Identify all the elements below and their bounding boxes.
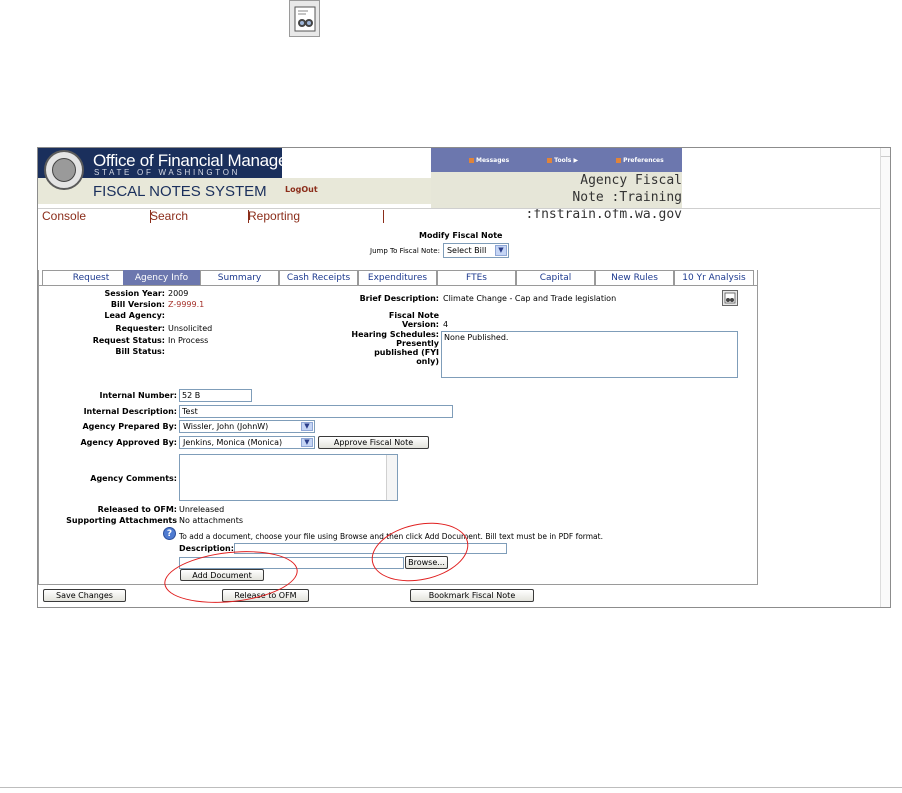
hearing-presently-label: Presently (396, 339, 439, 348)
internal-description-label: Internal Description: (83, 407, 177, 416)
prepared-by-select[interactable]: Wissler, John (JohnW) ▼ (179, 420, 315, 433)
agency-comments-label: Agency Comments: (90, 474, 177, 483)
tab-new-rules[interactable]: New Rules (595, 270, 674, 286)
internal-number-input[interactable]: 52 B (179, 389, 252, 402)
menu-console[interactable]: Console (42, 209, 140, 223)
info-icon: ? (163, 527, 176, 540)
scroll-up-icon[interactable] (881, 148, 890, 157)
browser-frame: Office of Financial Management STATE OF … (37, 147, 891, 608)
approved-by-select[interactable]: Jenkins, Monica (Monica) ▼ (179, 436, 315, 449)
fiscal-note-version-value: 4 (443, 320, 449, 329)
requester-label: Requester: (115, 324, 165, 333)
jump-select[interactable]: Select Bill ▼ (442, 243, 509, 258)
bill-version-value[interactable]: Z-9999.1 (168, 300, 204, 309)
bookmark-binoculars-icon[interactable] (722, 290, 738, 306)
bill-status-label: Bill Status: (115, 347, 165, 356)
tab-10-yr-analysis[interactable]: 10 Yr Analysis (674, 270, 754, 286)
fiscal-note-label: Fiscal Note (388, 311, 439, 320)
request-status-value: In Process (168, 336, 209, 345)
tab-bar: Request Agency Info Summary Cash Receipt… (38, 270, 890, 286)
brief-description-value: Climate Change - Cap and Trade legislati… (443, 294, 617, 303)
requester-value: Unsolicited (168, 324, 213, 333)
tab-cash-receipts[interactable]: Cash Receipts (279, 270, 358, 286)
tab-agency-info[interactable]: Agency Info (123, 270, 200, 286)
tools-link[interactable]: Tools ▶ (547, 157, 578, 164)
attachments-label: Supporting Attachments (66, 516, 177, 525)
session-year-label: Session Year: (104, 289, 165, 298)
session-year-value: 2009 (168, 289, 189, 298)
menu-reporting[interactable]: Reporting (238, 209, 336, 223)
menu-divider (248, 210, 249, 223)
tab-ftes[interactable]: FTEs (437, 270, 516, 286)
page-title: Modify Fiscal Note (419, 231, 503, 240)
prepared-by-label: Agency Prepared By: (82, 422, 177, 431)
chevron-down-icon: ▼ (494, 245, 507, 256)
menu-divider (150, 210, 151, 223)
internal-number-label: Internal Number: (99, 391, 177, 400)
released-value: Unreleased (179, 505, 225, 514)
jump-to-fiscal-note: Jump To Fiscal Note: Select Bill ▼ (370, 243, 509, 258)
state-seal-icon (44, 150, 84, 190)
hearing-schedules-box[interactable]: None Published. (441, 331, 738, 378)
approved-by-label: Agency Approved By: (80, 438, 177, 447)
tab-summary[interactable]: Summary (200, 270, 279, 286)
preferences-link[interactable]: Preferences (616, 157, 664, 164)
bullet-icon (469, 157, 474, 163)
agency-comments-textarea[interactable] (179, 454, 398, 501)
menu-search[interactable]: Search (140, 209, 238, 223)
internal-description-input[interactable]: Test (179, 405, 453, 418)
menu-divider (383, 210, 384, 223)
approve-fiscal-note-button[interactable]: Approve Fiscal Note (318, 436, 429, 449)
tab-expenditures[interactable]: Expenditures (358, 270, 437, 286)
page-scrollbar[interactable] (880, 148, 890, 607)
logout-link[interactable]: LogOut (285, 185, 318, 194)
chevron-down-icon: ▼ (301, 438, 313, 447)
attachments-value: No attachments (179, 516, 244, 525)
bullet-icon (616, 157, 622, 163)
request-status-label: Request Status: (92, 336, 165, 345)
system-title: FISCAL NOTES SYSTEM (93, 183, 267, 200)
arrow-right-icon: ▶ (573, 156, 579, 164)
org-subtitle: STATE OF WASHINGTON (94, 168, 241, 177)
save-changes-button[interactable]: Save Changes (43, 589, 126, 602)
bullet-icon (547, 157, 553, 163)
tab-underline (38, 285, 758, 286)
hearing-schedules-label: Hearing Schedules: (351, 330, 439, 339)
scrollbar[interactable] (386, 455, 397, 500)
tab-capital[interactable]: Capital (516, 270, 595, 286)
fiscal-note-version-label: Version: (401, 320, 439, 329)
main-menu: Console Search Reporting (42, 209, 384, 223)
messages-link[interactable]: Messages (469, 157, 509, 164)
app-header: Office of Financial Management STATE OF … (38, 148, 890, 222)
top-nav: Messages Tools ▶ Preferences (431, 148, 682, 172)
agency-title: Agency Fiscal Note :Training :fnstrain.o… (525, 173, 682, 222)
bill-version-label: Bill Version: (110, 300, 165, 309)
hearing-published-label: published (FYI (374, 348, 439, 357)
brief-description-label: Brief Description: (359, 294, 439, 303)
page-bottom-rule (0, 787, 902, 788)
lead-agency-label: Lead Agency: (104, 311, 165, 320)
chevron-down-icon: ▼ (301, 422, 313, 431)
binoculars-icon (289, 0, 320, 37)
jump-label: Jump To Fiscal Note: (370, 246, 440, 255)
hearing-fyi-label: only) (416, 357, 439, 366)
bookmark-fiscal-note-button[interactable]: Bookmark Fiscal Note (410, 589, 534, 602)
released-label: Released to OFM: (97, 505, 177, 514)
